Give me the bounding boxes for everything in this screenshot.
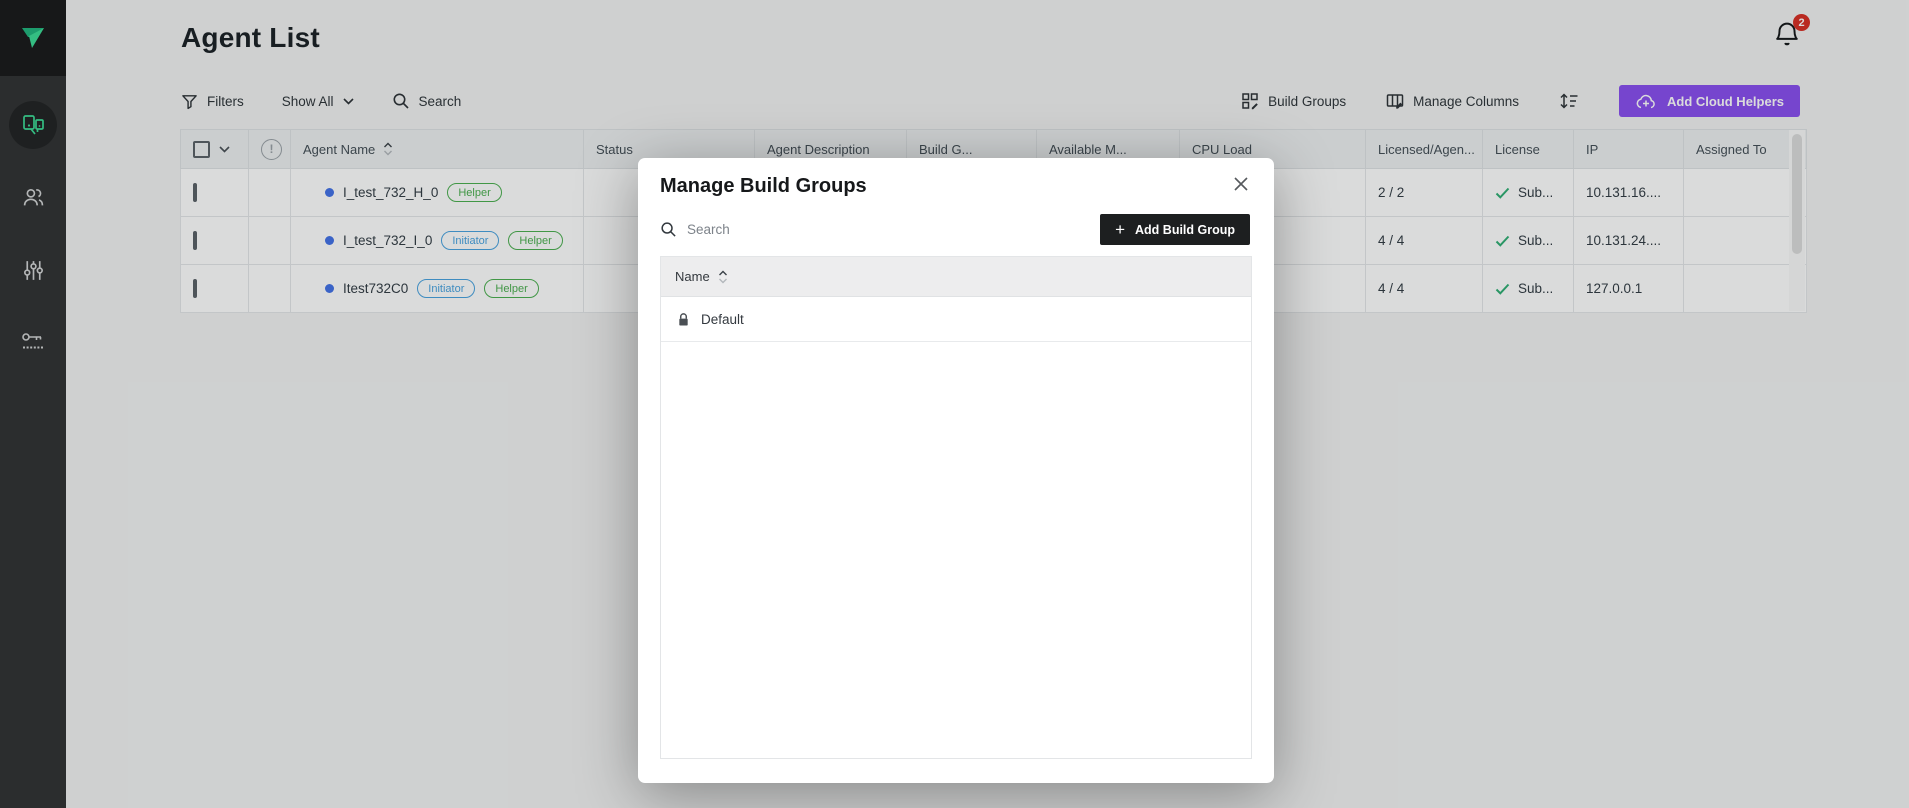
build-groups-name-header[interactable]: Name: [661, 257, 1251, 297]
lock-icon: [677, 312, 690, 327]
build-group-row-default[interactable]: Default: [661, 297, 1251, 342]
close-icon: [1234, 177, 1248, 191]
sort-arrows-icon[interactable]: [718, 270, 728, 284]
build-groups-table: Name Default: [660, 256, 1252, 759]
add-build-group-button[interactable]: + Add Build Group: [1100, 214, 1250, 245]
plus-icon: +: [1115, 221, 1125, 238]
modal-title: Manage Build Groups: [660, 175, 867, 198]
manage-build-groups-modal: Manage Build Groups + Add Build Group Na…: [638, 158, 1274, 783]
modal-close-button[interactable]: [1230, 173, 1252, 195]
modal-search: [660, 213, 927, 245]
modal-search-input[interactable]: [687, 222, 927, 237]
add-build-group-label: Add Build Group: [1135, 223, 1235, 237]
build-group-name: Default: [701, 312, 744, 327]
screen: Agent List 2 Filters Show All Search: [0, 0, 1909, 808]
search-icon: [660, 221, 677, 238]
